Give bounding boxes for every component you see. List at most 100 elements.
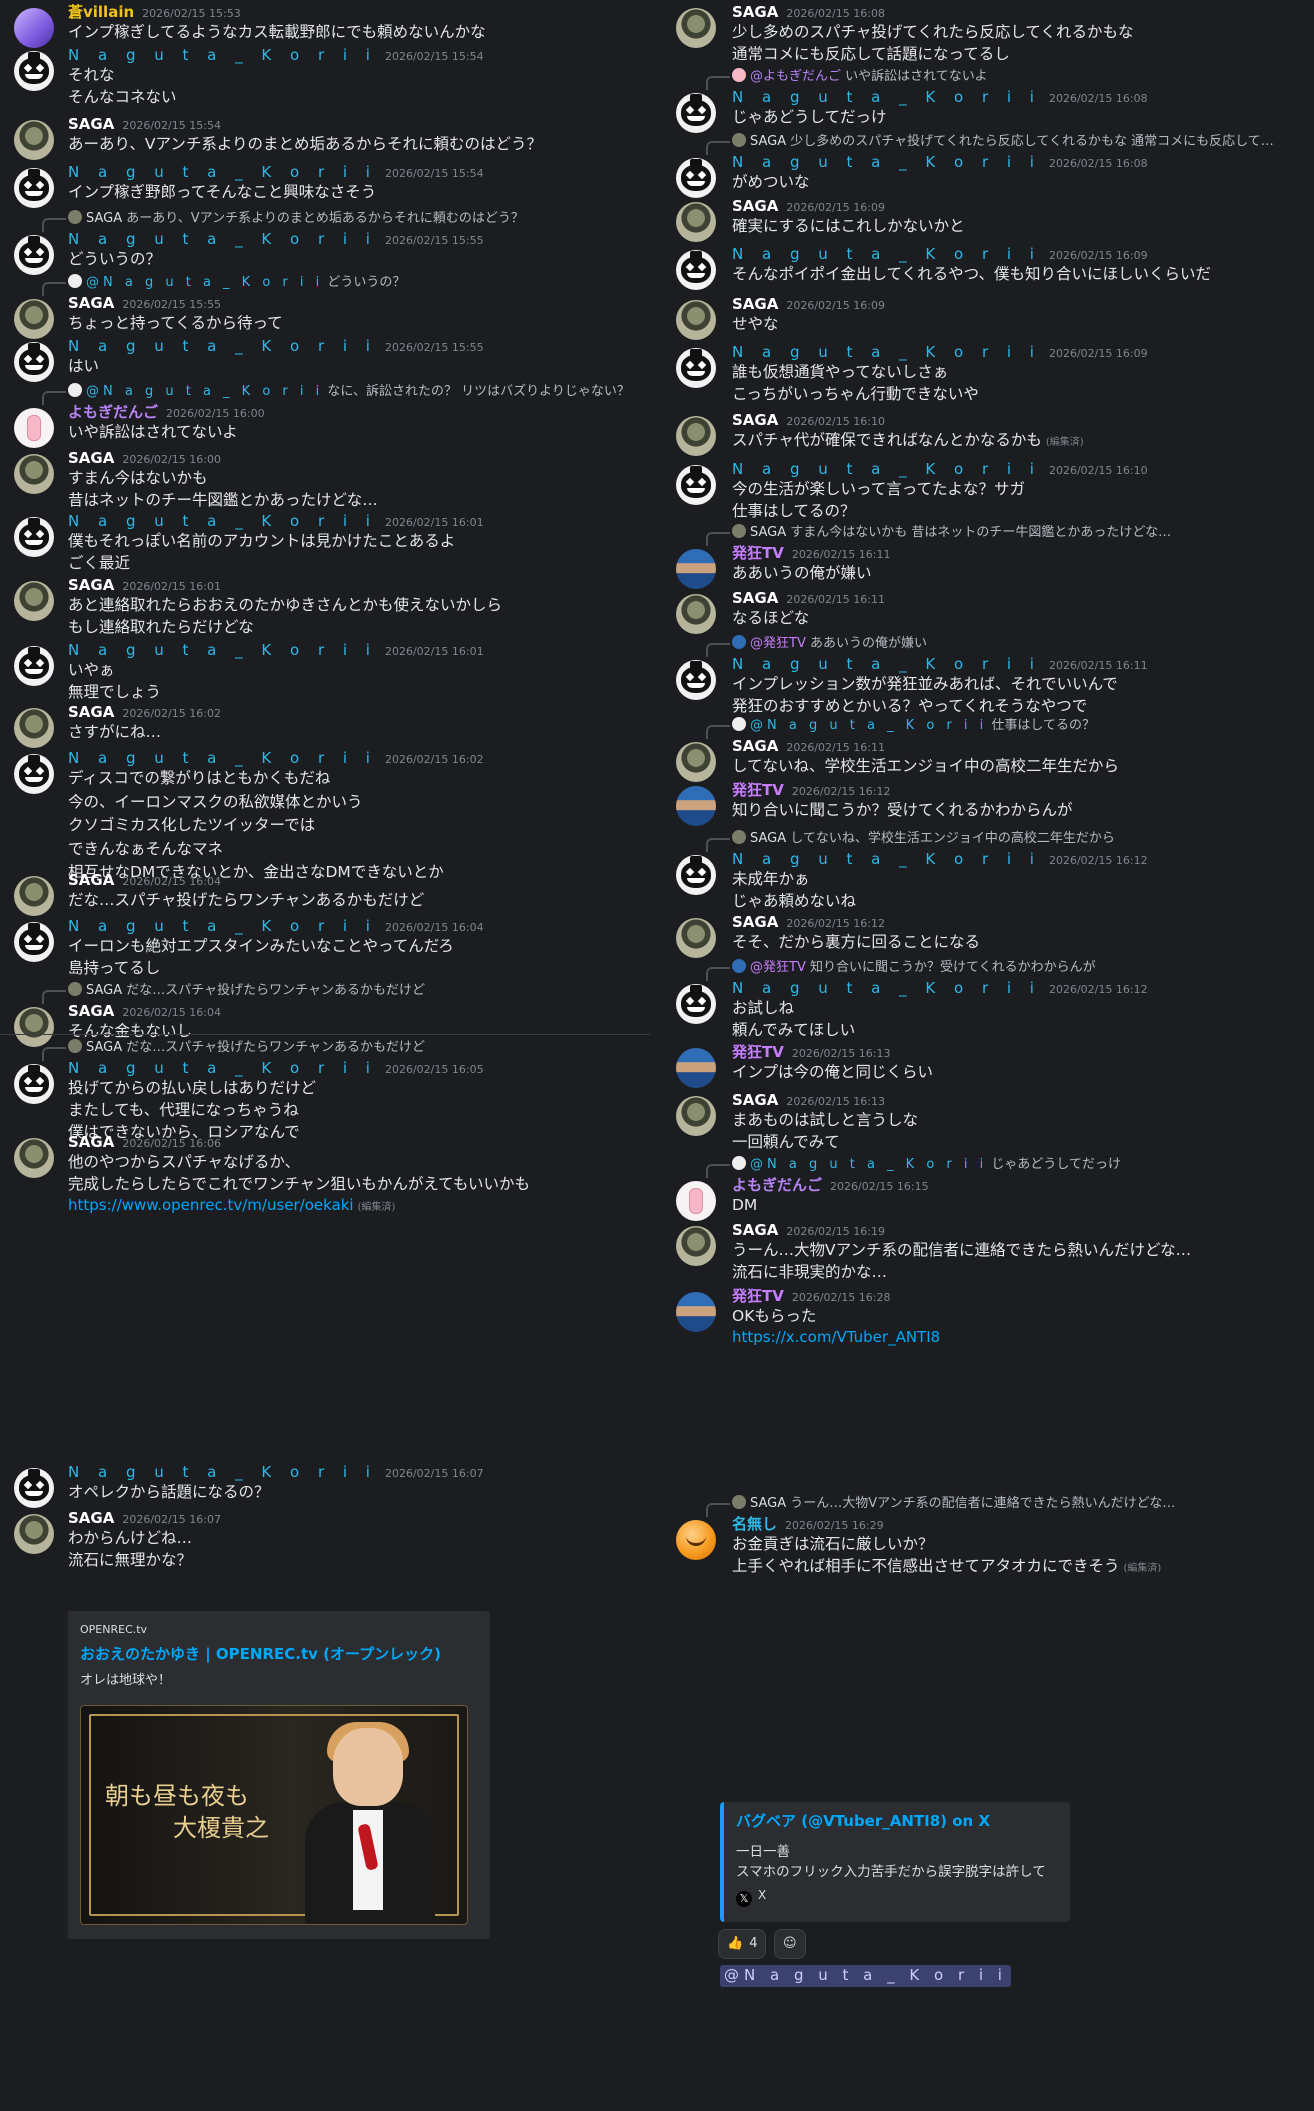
author-name[interactable]: N a g u t a _ K o r i i: [68, 230, 377, 248]
author-name[interactable]: N a g u t a _ K o r i i: [68, 1463, 377, 1481]
link-url[interactable]: https://x.com/VTuber_ANTI8: [732, 1328, 940, 1346]
avatar-hakkyo[interactable]: [676, 549, 716, 589]
message-link[interactable]: https://www.openrec.tv/m/user/oekaki (編集済…: [68, 1196, 395, 1216]
author-name[interactable]: SAGA: [732, 411, 778, 429]
avatar-saga[interactable]: [676, 1226, 716, 1266]
reply-preview[interactable]: @N a g u t a _ K o r i i なに、訴訟されたの？ リツはバ…: [42, 383, 630, 405]
author-name[interactable]: 蒼villain: [68, 3, 134, 21]
reply-preview[interactable]: @発狂TV 知り合いに聞こうか？受けてくれるかわからんが: [706, 959, 1096, 981]
author-name[interactable]: N a g u t a _ K o r i i: [732, 245, 1041, 263]
avatar-saga[interactable]: [676, 1096, 716, 1136]
reply-author[interactable]: @N a g u t a _ K o r i i: [86, 275, 323, 290]
reply-preview[interactable]: @N a g u t a _ K o r i i 仕事はしてるの？: [706, 717, 1095, 739]
author-name[interactable]: SAGA: [732, 197, 778, 215]
author-name[interactable]: N a g u t a _ K o r i i: [732, 979, 1041, 997]
author-name[interactable]: SAGA: [68, 294, 114, 312]
link-url[interactable]: https://www.openrec.tv/m/user/oekaki: [68, 1196, 354, 1214]
reply-author[interactable]: SAGA: [86, 983, 122, 998]
x-embed-title[interactable]: バグベア (@VTuber_ANTI8) on X: [736, 1812, 990, 1832]
author-name[interactable]: N a g u t a _ K o r i i: [732, 850, 1041, 868]
avatar-saga[interactable]: [14, 876, 54, 916]
reply-preview[interactable]: SAGA 少し多めのスパチャ投げてくれたら反応してくれるかもな 通常コメにも反応…: [706, 133, 1274, 155]
author-name[interactable]: SAGA: [732, 295, 778, 313]
author-name[interactable]: よもぎだんご: [732, 1176, 822, 1194]
avatar-saga[interactable]: [14, 581, 54, 621]
avatar-saga[interactable]: [676, 742, 716, 782]
reply-preview[interactable]: @N a g u t a _ K o r i i じゃあどうしてだっけ: [706, 1156, 1121, 1178]
avatar-korii[interactable]: [676, 250, 716, 290]
avatar-saga[interactable]: [14, 1138, 54, 1178]
author-name[interactable]: N a g u t a _ K o r i i: [68, 641, 377, 659]
avatar-saga[interactable]: [676, 202, 716, 242]
author-name[interactable]: N a g u t a _ K o r i i: [68, 1059, 377, 1077]
avatar-yomo[interactable]: [14, 408, 54, 448]
reply-preview[interactable]: SAGA だな…スパチャ投げたらワンチャンあるかもだけど: [42, 982, 425, 1004]
reply-preview[interactable]: SAGA あーあり、Vアンチ系よりのまとめ垢あるからそれに頼むのはどう？: [42, 210, 524, 232]
author-name[interactable]: SAGA: [68, 449, 114, 467]
reply-preview[interactable]: @発狂TV ああいうの俺が嫌い: [706, 635, 927, 657]
author-name[interactable]: N a g u t a _ K o r i i: [732, 153, 1041, 171]
avatar-korii[interactable]: [676, 465, 716, 505]
reply-author[interactable]: SAGA: [86, 1040, 122, 1055]
author-name[interactable]: N a g u t a _ K o r i i: [68, 46, 377, 64]
author-name[interactable]: 発狂TV: [732, 544, 784, 562]
avatar-yomo[interactable]: [676, 1181, 716, 1221]
author-name[interactable]: N a g u t a _ K o r i i: [732, 655, 1041, 673]
avatar-saga[interactable]: [14, 708, 54, 748]
author-name[interactable]: SAGA: [68, 1133, 114, 1151]
x-embed-card[interactable]: バグベア (@VTuber_ANTI8) on X 一日一善 スマホのフリック入力苦…: [720, 1802, 1070, 1922]
avatar-korii[interactable]: [14, 51, 54, 91]
avatar-korii[interactable]: [676, 855, 716, 895]
author-name[interactable]: SAGA: [732, 1221, 778, 1239]
avatar-saga[interactable]: [676, 918, 716, 958]
avatar-korii[interactable]: [676, 348, 716, 388]
author-name[interactable]: SAGA: [732, 737, 778, 755]
author-name[interactable]: 発狂TV: [732, 1043, 784, 1061]
avatar-korii[interactable]: [14, 168, 54, 208]
author-name[interactable]: SAGA: [732, 3, 778, 21]
author-name[interactable]: 名無し: [732, 1515, 777, 1533]
author-name[interactable]: N a g u t a _ K o r i i: [68, 337, 377, 355]
author-name[interactable]: SAGA: [68, 703, 114, 721]
avatar-korii[interactable]: [14, 1468, 54, 1508]
author-name[interactable]: よもぎだんご: [68, 403, 158, 421]
embed-title[interactable]: おおえのたかゆき | OPENREC.tv (オープンレック): [80, 1645, 441, 1665]
avatar-korii[interactable]: [14, 922, 54, 962]
avatar-saga[interactable]: [14, 120, 54, 160]
reply-author[interactable]: SAGA: [86, 211, 122, 226]
avatar-saga[interactable]: [14, 1514, 54, 1554]
add-reaction-icon[interactable]: ☺: [774, 1929, 806, 1959]
author-name[interactable]: SAGA: [732, 589, 778, 607]
link-embed-card[interactable]: OPENREC.tv おおえのたかゆき | OPENREC.tv (オープンレック…: [64, 1611, 490, 1939]
reply-author[interactable]: @N a g u t a _ K o r i i: [750, 718, 987, 733]
author-name[interactable]: 発狂TV: [732, 781, 784, 799]
avatar-saga[interactable]: [676, 300, 716, 340]
reply-author[interactable]: SAGA: [750, 525, 786, 540]
reply-author[interactable]: @よもぎだんご: [750, 69, 841, 84]
avatar-hakkyo[interactable]: [676, 1048, 716, 1088]
author-name[interactable]: SAGA: [68, 871, 114, 889]
author-name[interactable]: N a g u t a _ K o r i i: [68, 749, 377, 767]
avatar-hakkyo[interactable]: [676, 1292, 716, 1332]
author-name[interactable]: SAGA: [732, 913, 778, 931]
avatar-korii[interactable]: [14, 1064, 54, 1104]
reply-author[interactable]: SAGA: [750, 1496, 786, 1511]
avatar-saga[interactable]: [14, 454, 54, 494]
avatar-hakkyo[interactable]: [676, 786, 716, 826]
avatar-saga[interactable]: [14, 299, 54, 339]
author-name[interactable]: SAGA: [732, 1091, 778, 1109]
author-name[interactable]: 発狂TV: [732, 1287, 784, 1305]
avatar-orange[interactable]: [676, 1520, 716, 1560]
reply-author[interactable]: @発狂TV: [750, 960, 806, 975]
avatar-korii[interactable]: [14, 754, 54, 794]
author-name[interactable]: SAGA: [68, 1509, 114, 1527]
author-name[interactable]: N a g u t a _ K o r i i: [732, 460, 1041, 478]
reply-author[interactable]: @N a g u t a _ K o r i i: [750, 1157, 987, 1172]
reply-preview[interactable]: @よもぎだんご いや訴訟はされてないよ: [706, 68, 988, 90]
embed-thumbnail[interactable]: 朝も昼も夜も 大榎貴之: [80, 1705, 468, 1925]
reply-preview[interactable]: SAGA してないね、学校生活エンジョイ中の高校二年生だから: [706, 830, 1115, 852]
message-link[interactable]: https://x.com/VTuber_ANTI8: [732, 1328, 940, 1348]
author-name[interactable]: N a g u t a _ K o r i i: [68, 512, 377, 530]
reply-author[interactable]: @発狂TV: [750, 636, 806, 651]
reply-author[interactable]: SAGA: [750, 134, 786, 149]
